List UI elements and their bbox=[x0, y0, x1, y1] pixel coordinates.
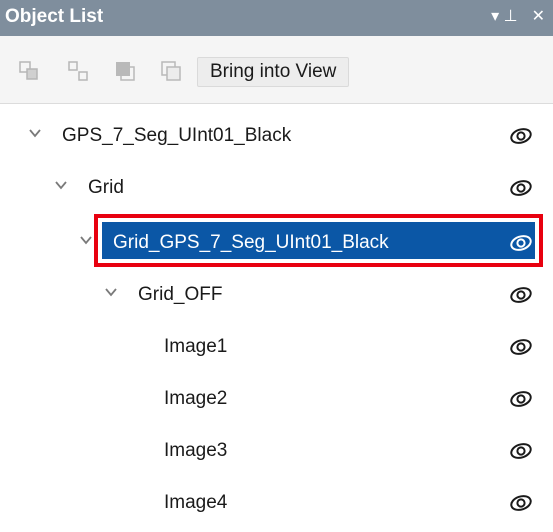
tree-item-label: GPS_7_Seg_UInt01_Black bbox=[62, 125, 292, 146]
tree-item-label: Image1 bbox=[164, 336, 228, 357]
visibility-eye-icon[interactable] bbox=[508, 175, 534, 201]
group-icon[interactable] bbox=[18, 60, 40, 82]
tree-item-label: Grid bbox=[88, 177, 124, 198]
bring-to-front-icon[interactable] bbox=[114, 60, 136, 82]
bring-into-view-button[interactable]: Bring into View bbox=[197, 57, 350, 87]
chevron-down-icon[interactable] bbox=[104, 285, 118, 299]
tree-row[interactable]: Image4 bbox=[0, 477, 553, 529]
panel-title: Object List bbox=[5, 6, 104, 27]
tree-item-label: Grid_GPS_7_Seg_UInt01_Black bbox=[113, 232, 389, 253]
tree-row-selected[interactable]: Grid_GPS_7_Seg_UInt01_Black bbox=[0, 217, 553, 269]
panel-controls: ▾ ⊥ ✕ bbox=[491, 6, 545, 28]
pin-icon[interactable]: ▾ ⊥ bbox=[491, 6, 517, 28]
panel-titlebar: Object List ▾ ⊥ ✕ bbox=[0, 0, 553, 36]
send-to-back-icon[interactable] bbox=[160, 60, 182, 82]
chevron-down-icon[interactable] bbox=[79, 233, 93, 247]
visibility-eye-icon[interactable] bbox=[508, 123, 534, 149]
tree-row[interactable]: Image1 bbox=[0, 321, 553, 373]
chevron-down-icon[interactable] bbox=[54, 178, 68, 192]
visibility-eye-icon[interactable] bbox=[508, 490, 534, 516]
ungroup-icon[interactable] bbox=[67, 60, 89, 82]
visibility-eye-icon[interactable] bbox=[508, 230, 534, 256]
tree-row[interactable]: Image3 bbox=[0, 425, 553, 477]
tree-row[interactable]: Grid bbox=[0, 162, 553, 214]
visibility-eye-icon[interactable] bbox=[508, 438, 534, 464]
tree-item-label: Image3 bbox=[164, 440, 228, 461]
tree-item-label: Image2 bbox=[164, 388, 228, 409]
tree-item-label: Grid_OFF bbox=[138, 284, 223, 305]
chevron-down-icon[interactable] bbox=[28, 126, 42, 140]
visibility-eye-icon[interactable] bbox=[508, 334, 534, 360]
object-list-toolbar: Bring into View bbox=[0, 36, 553, 104]
visibility-eye-icon[interactable] bbox=[508, 386, 534, 412]
tree-row[interactable]: GPS_7_Seg_UInt01_Black bbox=[0, 110, 553, 162]
close-icon[interactable]: ✕ bbox=[532, 6, 545, 28]
tree-row[interactable]: Grid_OFF bbox=[0, 269, 553, 321]
tree-row[interactable]: Image2 bbox=[0, 373, 553, 425]
tree-item-label: Image4 bbox=[164, 492, 228, 513]
visibility-eye-icon[interactable] bbox=[508, 282, 534, 308]
